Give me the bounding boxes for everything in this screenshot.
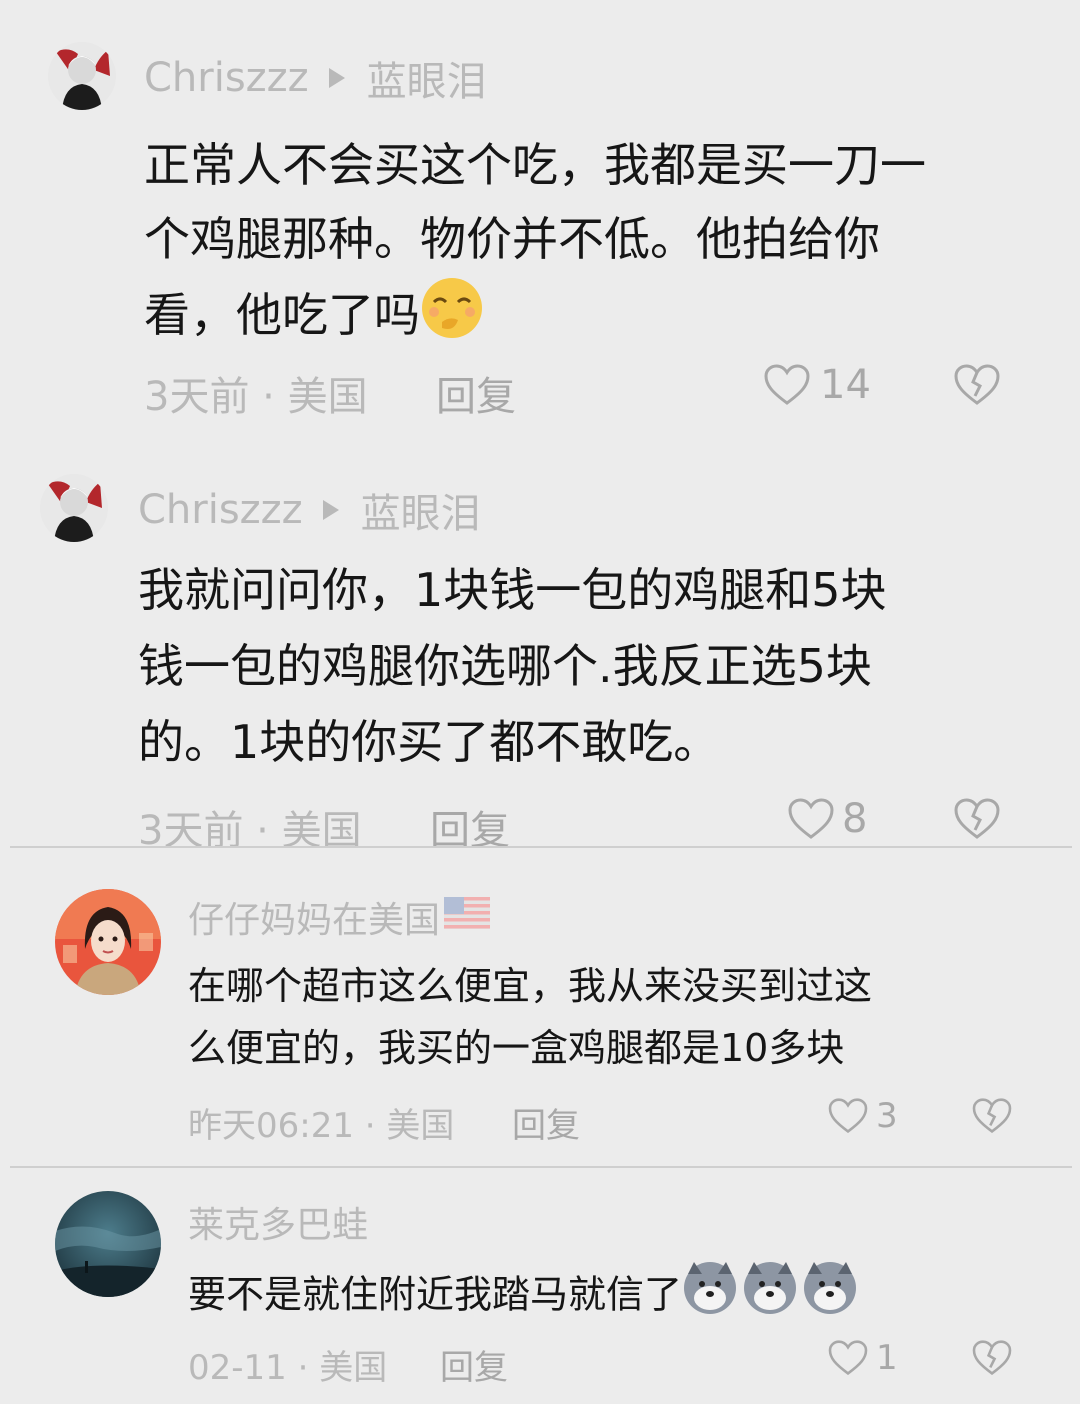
location: 美国 <box>319 1348 388 1388</box>
username[interactable]: 莱克多巴蛙 <box>188 1196 368 1248</box>
meta-separator: · <box>249 374 288 420</box>
reply-button[interactable]: 回复 <box>512 1098 580 1147</box>
comment-meta: 02-11 · 美国 <box>188 1340 387 1389</box>
comment-line: 正常人不会买这个吃，我都是买一刀一 <box>144 138 926 192</box>
us-flag-icon <box>444 896 491 938</box>
reply-to-username[interactable]: 蓝眼泪 <box>367 49 487 107</box>
comment-line-with-emoji: 看，他吃了吗 <box>144 276 926 361</box>
username[interactable]: Chriszzz <box>144 55 309 101</box>
like-count: 8 <box>842 796 868 842</box>
location: 美国 <box>287 374 368 420</box>
timestamp: 昨天06:21 <box>188 1106 354 1146</box>
like-button[interactable]: 1 <box>828 1338 898 1378</box>
heart-icon <box>828 1340 868 1376</box>
comment-line: 在哪个超市这么便宜，我从来没买到过这 <box>188 964 873 1008</box>
comment-meta: 昨天06:21 · 美国 <box>188 1098 454 1147</box>
comment-line: 的。1块的你买了都不敢吃。 <box>138 715 720 769</box>
dislike-button[interactable] <box>954 798 1000 840</box>
broken-heart-icon <box>972 1340 1012 1376</box>
reply-arrow-icon <box>328 68 345 88</box>
avatar[interactable] <box>55 1191 161 1297</box>
meta-separator: · <box>286 1348 320 1388</box>
location: 美国 <box>386 1106 455 1146</box>
broken-heart-icon <box>954 798 1000 839</box>
comment-text: 我就问问你，1块钱一包的鸡腿和5块 钱一包的鸡腿你选哪个.我反正选5块 的。1块… <box>138 552 887 780</box>
like-button[interactable]: 8 <box>788 796 867 842</box>
like-count: 3 <box>876 1096 898 1136</box>
comment-meta: 3天前 · 美国 <box>144 364 368 422</box>
comment-header: Chriszzz 蓝眼泪 <box>138 481 481 539</box>
username[interactable]: 仔仔妈妈在美国 <box>188 891 440 943</box>
timestamp: 3天前 <box>144 374 250 420</box>
reply-button[interactable]: 回复 <box>440 1340 508 1389</box>
comment-line-with-emoji: 要不是就住附近我踏马就信了 <box>188 1260 858 1334</box>
doge-emoji-icon <box>682 1260 858 1334</box>
comment-text: 正常人不会买这个吃，我都是买一刀一 个鸡腿那种。物价并不低。他拍给你 看，他吃了… <box>144 128 926 361</box>
reply-to-username[interactable]: 蓝眼泪 <box>361 481 481 539</box>
comment-header: 莱克多巴蛙 <box>188 1198 368 1246</box>
meta-separator: · <box>353 1106 387 1146</box>
avatar[interactable] <box>48 42 116 110</box>
like-count: 1 <box>876 1338 898 1378</box>
reply-button[interactable]: 回复 <box>436 364 516 422</box>
username[interactable]: Chriszzz <box>138 487 303 533</box>
divider <box>10 846 1072 848</box>
comment-line: 么便宜的，我买的一盒鸡腿都是10多块 <box>188 1026 845 1070</box>
smirk-emoji-icon <box>420 276 484 361</box>
timestamp: 02-11 <box>188 1348 287 1388</box>
comment-line: 看，他吃了吗 <box>144 288 420 342</box>
like-button[interactable]: 3 <box>828 1096 898 1136</box>
reply-arrow-icon <box>322 500 339 520</box>
comment-text: 要不是就住附近我踏马就信了 <box>188 1260 858 1334</box>
broken-heart-icon <box>954 364 1000 405</box>
comment-line: 要不是就住附近我踏马就信了 <box>188 1272 683 1317</box>
like-count: 14 <box>820 362 871 408</box>
dislike-button[interactable] <box>954 364 1000 406</box>
comment-header: 仔仔妈妈在美国 <box>188 891 491 943</box>
like-button[interactable]: 14 <box>764 362 871 408</box>
dislike-button[interactable] <box>972 1098 1012 1134</box>
heart-icon <box>828 1098 868 1134</box>
dislike-button[interactable] <box>972 1340 1012 1376</box>
comment-text: 在哪个超市这么便宜，我从来没买到过这 么便宜的，我买的一盒鸡腿都是10多块 <box>188 955 872 1079</box>
comment-header: Chriszzz 蓝眼泪 <box>144 49 487 107</box>
comment-line: 钱一包的鸡腿你选哪个.我反正选5块 <box>138 639 872 693</box>
comment-line: 个鸡腿那种。物价并不低。他拍给你 <box>144 212 880 266</box>
heart-icon <box>764 364 810 405</box>
avatar[interactable] <box>55 889 161 995</box>
avatar[interactable] <box>40 474 108 542</box>
heart-icon <box>788 798 834 839</box>
divider <box>10 1166 1072 1168</box>
comment-line: 我就问问你，1块钱一包的鸡腿和5块 <box>138 563 887 617</box>
broken-heart-icon <box>972 1098 1012 1134</box>
